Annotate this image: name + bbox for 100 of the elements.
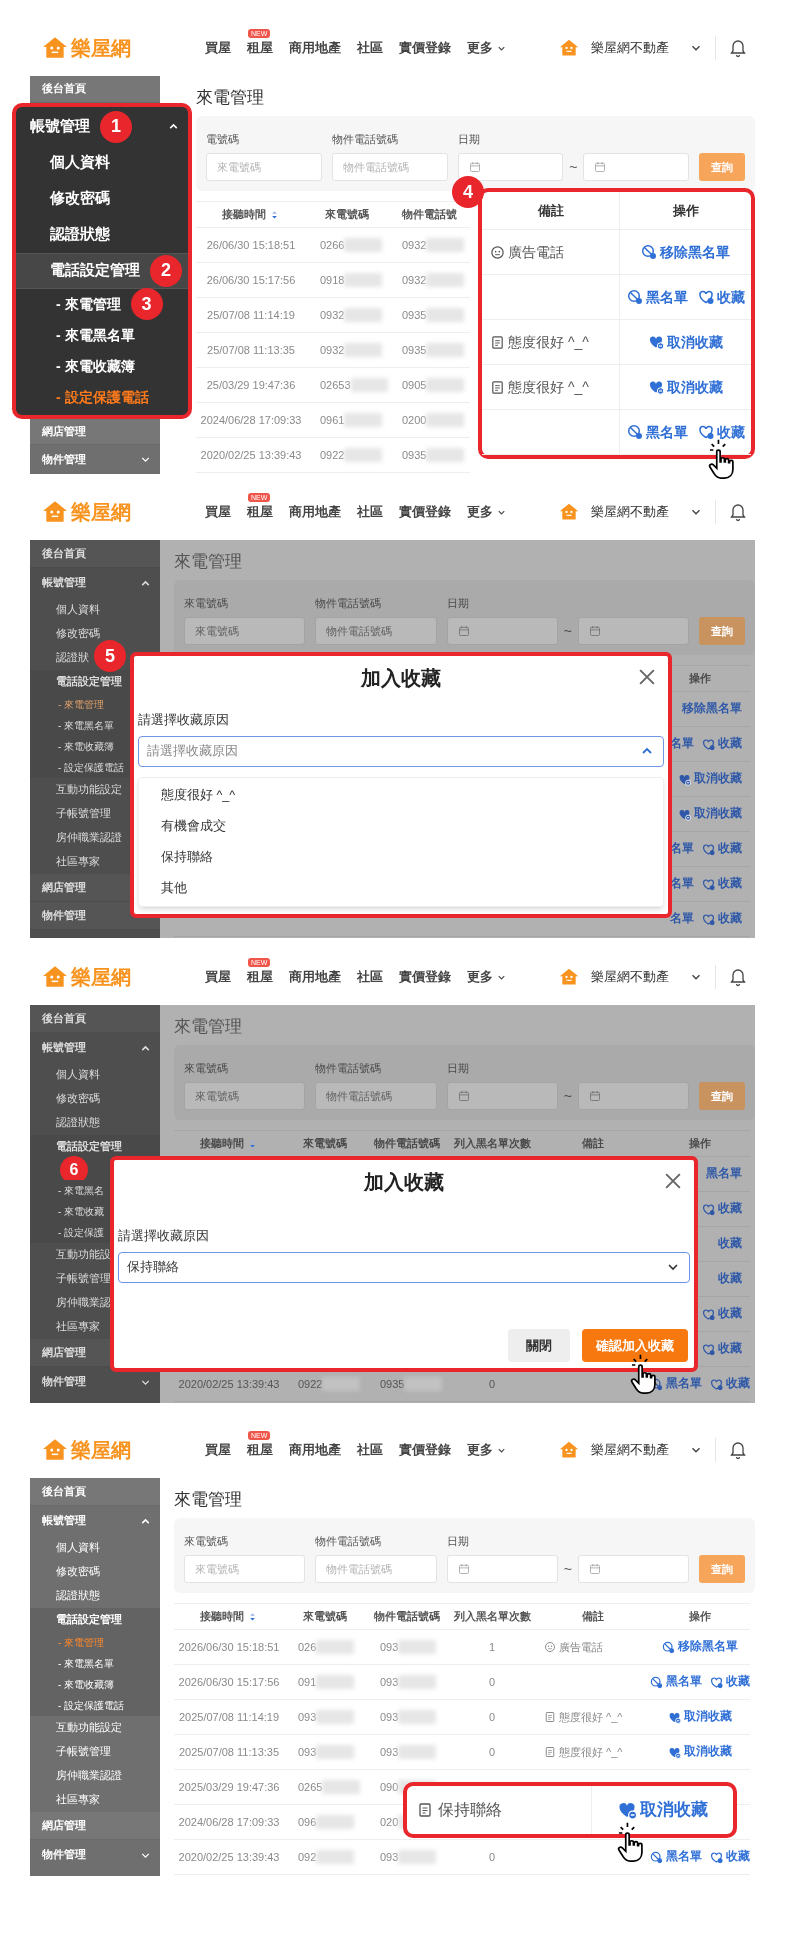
- action-link[interactable]: 黑名單: [650, 1848, 702, 1866]
- select-field[interactable]: 請選擇收藏原因: [138, 735, 664, 767]
- sidebar-item[interactable]: 子帳號管理: [56, 806, 111, 822]
- dropdown-option[interactable]: 有機會成交: [139, 810, 663, 842]
- nav-link[interactable]: 更多: [467, 502, 507, 522]
- sidebar-item[interactable]: 修改密碼: [56, 626, 100, 642]
- sidebar-item[interactable]: 認證狀態: [56, 1115, 100, 1131]
- sidebar-item[interactable]: - 來電收藏簿: [56, 355, 135, 377]
- action-link[interactable]: 名單: [670, 910, 694, 928]
- nav-link[interactable]: 社區: [357, 502, 383, 522]
- nav-link[interactable]: 租屋: [247, 38, 273, 58]
- sidebar-item[interactable]: 個人資料: [56, 1540, 100, 1556]
- nav-link[interactable]: 實價登錄: [399, 38, 451, 58]
- action-link[interactable]: 移除黑名單: [641, 241, 730, 263]
- nav-link[interactable]: 租屋: [247, 1440, 273, 1460]
- action-link[interactable]: 收藏: [710, 1848, 750, 1866]
- sidebar-item[interactable]: 物件管理: [42, 1847, 86, 1863]
- sort-icon[interactable]: [269, 209, 280, 220]
- sidebar-item[interactable]: 物件管理: [42, 451, 86, 468]
- nav-link[interactable]: 社區: [357, 967, 383, 987]
- sort-icon[interactable]: [247, 1611, 258, 1622]
- notification-bell-icon[interactable]: [728, 967, 748, 987]
- nav-link[interactable]: 買屋: [205, 967, 231, 987]
- nav-link[interactable]: 實價登錄: [399, 967, 451, 987]
- action-link[interactable]: 取消收藏: [648, 376, 723, 398]
- action-link[interactable]: 取消收藏: [648, 331, 723, 353]
- sidebar-item[interactable]: 個人資料: [56, 1067, 100, 1083]
- sidebar-item[interactable]: 認證狀態: [56, 1588, 100, 1604]
- sidebar-item[interactable]: 帳號管理: [42, 1513, 86, 1529]
- sidebar-item[interactable]: 社區專家: [56, 1792, 100, 1808]
- sidebar-item[interactable]: 社區專家: [56, 1319, 100, 1335]
- action-link[interactable]: 收藏: [702, 1200, 742, 1218]
- text-field[interactable]: 來電號碼: [184, 617, 306, 645]
- notification-bell-icon[interactable]: [728, 38, 748, 58]
- action-link[interactable]: 黑名單: [650, 1673, 702, 1691]
- sidebar-item[interactable]: 房仲職業認證: [56, 1768, 122, 1784]
- action-link[interactable]: 收藏: [702, 875, 742, 893]
- action-link[interactable]: 收藏: [702, 840, 742, 858]
- nav-link[interactable]: 更多: [467, 1440, 507, 1460]
- nav-link[interactable]: 商用地產: [289, 38, 341, 58]
- sidebar-item[interactable]: 帳號管理: [42, 1040, 86, 1056]
- nav-link[interactable]: 租屋: [247, 967, 273, 987]
- date-field[interactable]: [577, 617, 689, 645]
- sidebar-item[interactable]: 認證狀態: [50, 223, 110, 246]
- action-link[interactable]: 取消收藏: [668, 1743, 732, 1761]
- sidebar-item[interactable]: 修改密碼: [56, 1091, 100, 1107]
- sidebar-item[interactable]: 帳號管理: [42, 575, 86, 591]
- action-link[interactable]: 移除黑名單: [682, 700, 742, 718]
- action-link[interactable]: 收藏: [702, 1340, 742, 1358]
- nav-link[interactable]: 買屋: [205, 1440, 231, 1460]
- nav-link[interactable]: 租屋: [247, 502, 273, 522]
- dialog-button[interactable]: 關閉: [508, 1329, 570, 1362]
- sidebar-item[interactable]: 電話設定管理: [50, 259, 140, 282]
- date-field[interactable]: [446, 617, 558, 645]
- dropdown-option[interactable]: 態度很好 ^_^: [139, 779, 663, 811]
- nav-link[interactable]: 社區: [357, 1440, 383, 1460]
- nav-link[interactable]: 社區: [357, 38, 383, 58]
- nav-link[interactable]: 商用地產: [289, 1440, 341, 1460]
- action-link[interactable]: 收藏: [702, 735, 742, 753]
- dropdown-option[interactable]: 其他: [139, 872, 663, 904]
- action-link[interactable]: 取消收藏: [678, 770, 742, 788]
- action-link[interactable]: 取消收藏: [668, 1708, 732, 1726]
- notification-bell-icon[interactable]: [728, 502, 748, 522]
- nav-link[interactable]: 實價登錄: [399, 502, 451, 522]
- nav-link[interactable]: 更多: [467, 967, 507, 987]
- sidebar-item[interactable]: - 來電黑名單: [56, 324, 135, 346]
- sidebar-item[interactable]: 個人資料: [56, 602, 100, 618]
- text-field[interactable]: 物件電話號碼: [315, 617, 437, 645]
- action-link[interactable]: 黑名單: [706, 1165, 742, 1183]
- nav-link[interactable]: 買屋: [205, 502, 231, 522]
- action-link[interactable]: 收藏: [697, 421, 745, 443]
- action-link[interactable]: 黑名單: [626, 286, 688, 308]
- text-field[interactable]: 來電號碼: [184, 1082, 306, 1110]
- sidebar-item[interactable]: 互動功能設定: [56, 782, 122, 798]
- nav-link[interactable]: 實價登錄: [399, 1440, 451, 1460]
- sidebar-item[interactable]: 社區專家: [56, 854, 100, 870]
- sidebar-item[interactable]: 互動功能設定: [56, 1720, 122, 1736]
- sidebar-item[interactable]: 帳號管理: [30, 115, 90, 138]
- sidebar-item[interactable]: - 設定保護電話: [56, 386, 149, 408]
- dropdown-option[interactable]: 保持聯絡: [139, 841, 663, 873]
- action-link[interactable]: 收藏: [718, 1270, 742, 1288]
- date-field[interactable]: [577, 1082, 689, 1110]
- sidebar-item[interactable]: - 來電管理: [56, 293, 121, 315]
- action-link[interactable]: 收藏: [702, 910, 742, 928]
- nav-link[interactable]: 更多: [467, 38, 507, 58]
- sidebar-item[interactable]: 認證狀: [56, 650, 89, 666]
- select-field[interactable]: 保持聯絡: [118, 1251, 690, 1283]
- sidebar-item[interactable]: 房仲職業認: [56, 1295, 111, 1311]
- action-link[interactable]: 收藏: [697, 286, 745, 308]
- sidebar-item[interactable]: 子帳號管理: [56, 1744, 111, 1760]
- action-link[interactable]: 取消收藏: [617, 1797, 708, 1823]
- sidebar-item[interactable]: 房仲職業認證: [56, 830, 122, 846]
- action-link[interactable]: 黑名單: [626, 421, 688, 443]
- action-link[interactable]: 收藏: [718, 1235, 742, 1253]
- action-link[interactable]: 收藏: [710, 1673, 750, 1691]
- sidebar-item[interactable]: 修改密碼: [56, 1564, 100, 1580]
- action-link[interactable]: 收藏: [710, 1375, 750, 1393]
- nav-link[interactable]: 買屋: [205, 38, 231, 58]
- sidebar-item[interactable]: 個人資料: [50, 151, 110, 174]
- action-link[interactable]: 收藏: [702, 1305, 742, 1323]
